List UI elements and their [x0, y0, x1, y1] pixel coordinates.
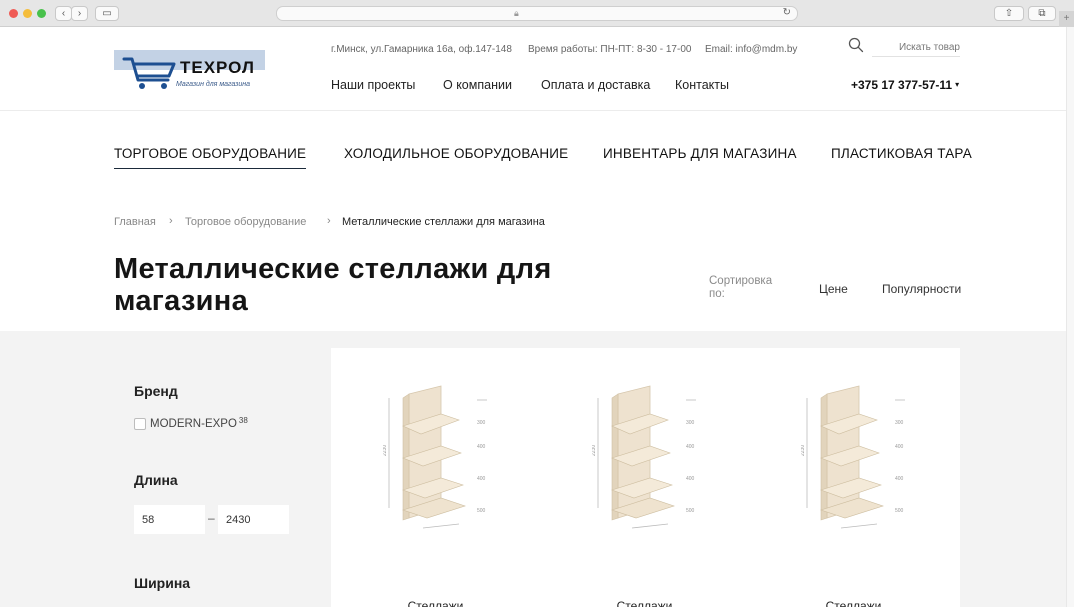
sort-label: Сортировка по: — [709, 275, 789, 301]
product-card[interactable]: 2230 300 400 400 500 Стеллажи — [540, 348, 749, 607]
sort-by-popularity[interactable]: Популярности — [882, 282, 961, 296]
brand-option-modern-expo[interactable]: MODERN-EXPO 38 — [150, 416, 248, 430]
product-grid: 2230 300 400 400 500 Стеллажи 2230 300 4… — [331, 348, 960, 607]
tabs-icon: ⧉ — [1038, 8, 1046, 19]
product-name[interactable]: Стеллажи — [749, 599, 958, 607]
search-input[interactable] — [872, 39, 960, 57]
dim-shelf-3: 400 — [895, 476, 904, 482]
plus-icon: + — [1063, 13, 1070, 24]
header-divider — [0, 110, 1074, 111]
breadcrumb-trade-equipment[interactable]: Торговое оборудование — [185, 216, 306, 228]
shopping-cart-icon — [122, 57, 176, 89]
back-button[interactable]: ‹ — [55, 6, 72, 21]
tabs-overview-button[interactable]: ⧉ — [1028, 6, 1056, 21]
filter-title-brand: Бренд — [134, 383, 178, 399]
browser-toolbar: ‹ › ▭ 🔒︎ ↻ ⇧ ⧉ + — [0, 0, 1074, 27]
category-tab-plastic-containers[interactable]: ПЛАСТИКОВАЯ ТАРА — [831, 146, 972, 161]
maximize-window-icon[interactable] — [37, 9, 46, 18]
search-icon[interactable] — [848, 37, 864, 53]
share-icon: ⇧ — [1004, 8, 1014, 19]
dim-shelf-1: 300 — [686, 420, 695, 426]
dim-shelf-4: 500 — [895, 508, 904, 514]
dim-height: 2230 — [383, 445, 388, 456]
dim-shelf-1: 300 — [895, 420, 904, 426]
filter-title-length: Длина — [134, 472, 178, 488]
product-name[interactable]: Стеллажи — [331, 599, 540, 607]
dim-shelf-1: 300 — [477, 420, 486, 426]
phone-number: +375 17 377-57-11 — [851, 78, 953, 92]
page-title-line2: магазина — [114, 285, 249, 317]
brand-option-count: 38 — [238, 416, 248, 425]
site-logo[interactable]: ТЕХРОЛ Магазин для магазина — [114, 48, 266, 92]
sidebar-icon: ▭ — [102, 8, 112, 19]
close-window-icon[interactable] — [9, 9, 18, 18]
caret-down-icon: ▾ — [955, 80, 960, 89]
dim-shelf-2: 400 — [477, 444, 486, 450]
page-title: Металлические стеллажи для магазина — [114, 253, 634, 317]
dim-shelf-4: 500 — [477, 508, 486, 514]
range-dash: – — [208, 511, 215, 525]
forward-button[interactable]: › — [71, 6, 88, 21]
shelving-unit-image: 2230 300 400 400 500 — [592, 385, 696, 529]
working-hours-text: Время работы: ПН-ПТ: 8-30 - 17-00 — [528, 44, 692, 55]
nav-link-contacts[interactable]: Контакты — [675, 78, 729, 92]
breadcrumb-separator: › — [327, 215, 331, 227]
new-tab-button[interactable]: + — [1059, 11, 1074, 27]
category-tab-trade-equipment[interactable]: ТОРГОВОЕ ОБОРУДОВАНИЕ — [114, 146, 307, 169]
breadcrumb-separator: › — [169, 215, 173, 227]
dim-height: 2230 — [592, 445, 597, 456]
logo-brand-text: ТЕХРОЛ — [180, 58, 255, 77]
product-card[interactable]: 2230 300 400 400 500 Стеллажи — [749, 348, 958, 607]
nav-link-projects[interactable]: Наши проекты — [331, 78, 415, 92]
phone-dropdown[interactable]: +375 17 377-57-11 ▾ — [851, 78, 959, 92]
sort-label-line1: Сортировка — [709, 275, 773, 287]
email-link[interactable]: Email: info@mdm.by — [705, 44, 797, 55]
sidebar-toggle-button[interactable]: ▭ — [95, 6, 119, 21]
logo-slogan: Магазин для магазина — [176, 81, 251, 88]
share-button[interactable]: ⇧ — [994, 6, 1024, 21]
nav-link-payment-delivery[interactable]: Оплата и доставка — [541, 78, 650, 92]
reload-icon[interactable]: ↻ — [783, 7, 791, 18]
filter-title-width: Ширина — [134, 575, 191, 591]
dim-shelf-3: 400 — [686, 476, 695, 482]
shelving-unit-image: 2230 300 400 400 500 — [801, 385, 905, 529]
lock-icon: 🔒︎ — [514, 8, 519, 18]
dim-shelf-2: 400 — [686, 444, 695, 450]
minimize-window-icon[interactable] — [23, 9, 32, 18]
product-card[interactable]: 2230 300 400 400 500 Стеллажи — [331, 348, 540, 607]
chevron-left-icon: ‹ — [61, 8, 66, 19]
brand-checkbox-modern-expo[interactable] — [134, 418, 146, 430]
brand-option-label: MODERN-EXPO — [150, 418, 237, 430]
dim-shelf-3: 400 — [477, 476, 486, 482]
breadcrumb-home[interactable]: Главная — [114, 216, 156, 228]
chevron-right-icon: › — [77, 8, 82, 19]
breadcrumb-current: Металлические стеллажи для магазина — [342, 216, 545, 228]
category-tab-store-inventory[interactable]: ИНВЕНТАРЬ ДЛЯ МАГАЗИНА — [603, 146, 797, 161]
nav-link-about[interactable]: О компании — [443, 78, 512, 92]
dim-shelf-2: 400 — [895, 444, 904, 450]
category-tab-refrigeration[interactable]: ХОЛОДИЛЬНОЕ ОБОРУДОВАНИЕ — [344, 146, 568, 161]
product-name[interactable]: Стеллажи — [540, 599, 749, 607]
page-scrollbar[interactable] — [1066, 27, 1074, 607]
shelving-unit-image: 2230 300 400 400 500 — [383, 385, 487, 529]
address-text: г.Минск, ул.Гамарника 16а, оф.147-148 — [331, 44, 512, 55]
dim-height: 2230 — [801, 445, 806, 456]
sort-by-price[interactable]: Цене — [819, 282, 848, 296]
length-max-input[interactable] — [218, 505, 289, 534]
dim-shelf-4: 500 — [686, 508, 695, 514]
length-min-input[interactable] — [134, 505, 205, 534]
page-title-line1: Металлические стеллажи для — [114, 253, 552, 285]
address-bar[interactable]: 🔒︎ ↻ — [276, 6, 798, 21]
sort-label-line2: по: — [709, 288, 725, 300]
